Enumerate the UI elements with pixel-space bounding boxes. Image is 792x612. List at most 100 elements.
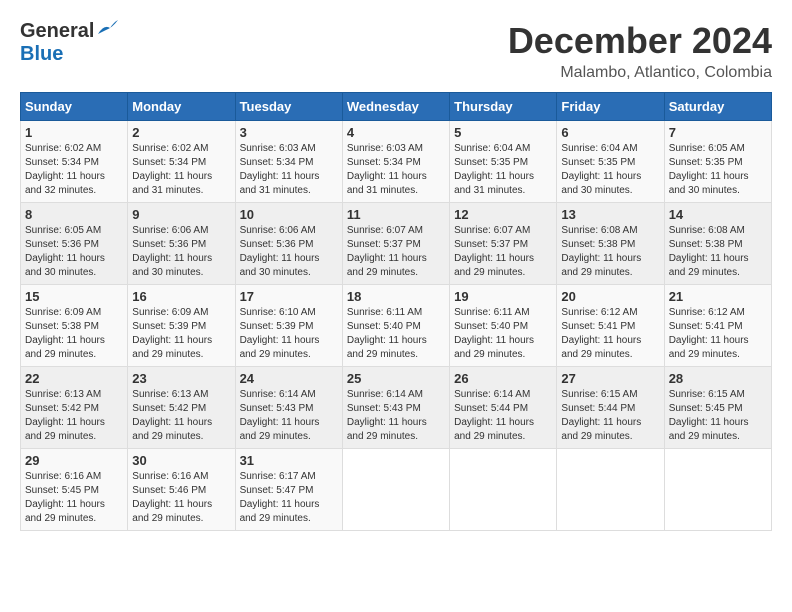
day-info: Sunrise: 6:08 AMSunset: 5:38 PMDaylight:…: [669, 224, 767, 280]
calendar-week-5: 29Sunrise: 6:16 AMSunset: 5:45 PMDayligh…: [21, 449, 772, 531]
logo-general-text: General: [20, 20, 94, 43]
day-number: 26: [454, 371, 552, 386]
day-info: Sunrise: 6:16 AMSunset: 5:46 PMDaylight:…: [132, 470, 230, 526]
calendar-cell: 23Sunrise: 6:13 AMSunset: 5:42 PMDayligh…: [128, 367, 235, 449]
day-info: Sunrise: 6:14 AMSunset: 5:44 PMDaylight:…: [454, 388, 552, 444]
day-number: 4: [347, 125, 445, 140]
calendar-cell: 30 Sunrise: 6:16 AMSunset: 5:46 PMDayligh…: [128, 449, 235, 531]
day-info: Sunrise: 6:17 AMSunset: 5:47 PMDaylight:…: [240, 470, 338, 526]
day-info: Sunrise: 6:14 AMSunset: 5:43 PMDaylight:…: [347, 388, 445, 444]
calendar-cell: 1Sunrise: 6:02 AMSunset: 5:34 PMDaylight…: [21, 121, 128, 203]
calendar-cell: 15Sunrise: 6:09 AMSunset: 5:38 PMDayligh…: [21, 285, 128, 367]
day-info: Sunrise: 6:11 AMSunset: 5:40 PMDaylight:…: [347, 306, 445, 362]
calendar-cell: 13Sunrise: 6:08 AMSunset: 5:38 PMDayligh…: [557, 203, 664, 285]
calendar-cell: 28 Sunrise: 6:15 AMSunset: 5:45 PMDayligh…: [664, 367, 771, 449]
calendar-cell: 22 Sunrise: 6:13 AMSunset: 5:42 PMDayligh…: [21, 367, 128, 449]
day-info: Sunrise: 6:03 AMSunset: 5:34 PMDaylight:…: [240, 142, 338, 198]
calendar-cell: 18 Sunrise: 6:11 AMSunset: 5:40 PMDayligh…: [342, 285, 449, 367]
day-number: 15: [25, 289, 123, 304]
calendar-cell: [664, 449, 771, 531]
calendar-header: SundayMondayTuesdayWednesdayThursdayFrid…: [21, 93, 772, 121]
location-title: Malambo, Atlantico, Colombia: [508, 64, 772, 82]
title-section: December 2024 Malambo, Atlantico, Colomb…: [508, 20, 772, 82]
calendar-cell: 29Sunrise: 6:16 AMSunset: 5:45 PMDayligh…: [21, 449, 128, 531]
day-info: Sunrise: 6:06 AMSunset: 5:36 PMDaylight:…: [132, 224, 230, 280]
calendar-cell: 2Sunrise: 6:02 AMSunset: 5:34 PMDaylight…: [128, 121, 235, 203]
day-info: Sunrise: 6:08 AMSunset: 5:38 PMDaylight:…: [561, 224, 659, 280]
weekday-header-thursday: Thursday: [450, 93, 557, 121]
weekday-header-monday: Monday: [128, 93, 235, 121]
calendar-cell: 6 Sunrise: 6:04 AMSunset: 5:35 PMDaylight…: [557, 121, 664, 203]
calendar-week-2: 8Sunrise: 6:05 AMSunset: 5:36 PMDaylight…: [21, 203, 772, 285]
day-number: 7: [669, 125, 767, 140]
calendar-cell: 4 Sunrise: 6:03 AMSunset: 5:34 PMDaylight…: [342, 121, 449, 203]
day-info: Sunrise: 6:12 AMSunset: 5:41 PMDaylight:…: [669, 306, 767, 362]
day-number: 3: [240, 125, 338, 140]
day-info: Sunrise: 6:07 AMSunset: 5:37 PMDaylight:…: [347, 224, 445, 280]
day-number: 28: [669, 371, 767, 386]
day-info: Sunrise: 6:10 AMSunset: 5:39 PMDaylight:…: [240, 306, 338, 362]
day-info: Sunrise: 6:05 AMSunset: 5:35 PMDaylight:…: [669, 142, 767, 198]
calendar-cell: 7 Sunrise: 6:05 AMSunset: 5:35 PMDaylight…: [664, 121, 771, 203]
day-info: Sunrise: 6:04 AMSunset: 5:35 PMDaylight:…: [454, 142, 552, 198]
calendar-cell: 17Sunrise: 6:10 AMSunset: 5:39 PMDayligh…: [235, 285, 342, 367]
day-info: Sunrise: 6:11 AMSunset: 5:40 PMDaylight:…: [454, 306, 552, 362]
day-number: 5: [454, 125, 552, 140]
weekday-header-wednesday: Wednesday: [342, 93, 449, 121]
calendar-week-3: 15Sunrise: 6:09 AMSunset: 5:38 PMDayligh…: [21, 285, 772, 367]
day-number: 20: [561, 289, 659, 304]
weekday-row: SundayMondayTuesdayWednesdayThursdayFrid…: [21, 93, 772, 121]
day-info: Sunrise: 6:16 AMSunset: 5:45 PMDaylight:…: [25, 470, 123, 526]
day-number: 30: [132, 453, 230, 468]
day-number: 25: [347, 371, 445, 386]
day-info: Sunrise: 6:14 AMSunset: 5:43 PMDaylight:…: [240, 388, 338, 444]
calendar-cell: 20 Sunrise: 6:12 AMSunset: 5:41 PMDayligh…: [557, 285, 664, 367]
day-info: Sunrise: 6:06 AMSunset: 5:36 PMDaylight:…: [240, 224, 338, 280]
calendar-table: SundayMondayTuesdayWednesdayThursdayFrid…: [20, 92, 772, 531]
calendar-cell: 21Sunrise: 6:12 AMSunset: 5:41 PMDayligh…: [664, 285, 771, 367]
day-number: 19: [454, 289, 552, 304]
calendar-cell: 14 Sunrise: 6:08 AMSunset: 5:38 PMDayligh…: [664, 203, 771, 285]
calendar-cell: 24 Sunrise: 6:14 AMSunset: 5:43 PMDayligh…: [235, 367, 342, 449]
day-number: 18: [347, 289, 445, 304]
day-number: 16: [132, 289, 230, 304]
calendar-cell: 8Sunrise: 6:05 AMSunset: 5:36 PMDaylight…: [21, 203, 128, 285]
calendar-cell: 3 Sunrise: 6:03 AMSunset: 5:34 PMDaylight…: [235, 121, 342, 203]
calendar-week-1: 1Sunrise: 6:02 AMSunset: 5:34 PMDaylight…: [21, 121, 772, 203]
calendar-cell: 27 Sunrise: 6:15 AMSunset: 5:44 PMDayligh…: [557, 367, 664, 449]
day-number: 11: [347, 207, 445, 222]
weekday-header-saturday: Saturday: [664, 93, 771, 121]
logo: General Blue: [20, 20, 118, 66]
calendar-cell: 9 Sunrise: 6:06 AMSunset: 5:36 PMDaylight…: [128, 203, 235, 285]
day-number: 22: [25, 371, 123, 386]
day-number: 31: [240, 453, 338, 468]
day-info: Sunrise: 6:07 AMSunset: 5:37 PMDaylight:…: [454, 224, 552, 280]
day-number: 24: [240, 371, 338, 386]
day-info: Sunrise: 6:12 AMSunset: 5:41 PMDaylight:…: [561, 306, 659, 362]
month-title: December 2024: [508, 20, 772, 62]
day-info: Sunrise: 6:15 AMSunset: 5:45 PMDaylight:…: [669, 388, 767, 444]
calendar-cell: [342, 449, 449, 531]
calendar-week-4: 22 Sunrise: 6:13 AMSunset: 5:42 PMDayligh…: [21, 367, 772, 449]
calendar-cell: 16Sunrise: 6:09 AMSunset: 5:39 PMDayligh…: [128, 285, 235, 367]
weekday-header-friday: Friday: [557, 93, 664, 121]
calendar-cell: 25 Sunrise: 6:14 AMSunset: 5:43 PMDayligh…: [342, 367, 449, 449]
day-info: Sunrise: 6:03 AMSunset: 5:34 PMDaylight:…: [347, 142, 445, 198]
day-info: Sunrise: 6:15 AMSunset: 5:44 PMDaylight:…: [561, 388, 659, 444]
day-info: Sunrise: 6:13 AMSunset: 5:42 PMDaylight:…: [132, 388, 230, 444]
calendar-cell: 11 Sunrise: 6:07 AMSunset: 5:37 PMDayligh…: [342, 203, 449, 285]
day-number: 10: [240, 207, 338, 222]
day-number: 14: [669, 207, 767, 222]
day-info: Sunrise: 6:13 AMSunset: 5:42 PMDaylight:…: [25, 388, 123, 444]
day-number: 9: [132, 207, 230, 222]
day-number: 27: [561, 371, 659, 386]
calendar-body: 1Sunrise: 6:02 AMSunset: 5:34 PMDaylight…: [21, 121, 772, 531]
weekday-header-tuesday: Tuesday: [235, 93, 342, 121]
calendar-cell: 26 Sunrise: 6:14 AMSunset: 5:44 PMDayligh…: [450, 367, 557, 449]
day-info: Sunrise: 6:04 AMSunset: 5:35 PMDaylight:…: [561, 142, 659, 198]
calendar-cell: 10 Sunrise: 6:06 AMSunset: 5:36 PMDayligh…: [235, 203, 342, 285]
calendar-cell: [557, 449, 664, 531]
calendar-cell: 12Sunrise: 6:07 AMSunset: 5:37 PMDayligh…: [450, 203, 557, 285]
calendar-cell: 31 Sunrise: 6:17 AMSunset: 5:47 PMDayligh…: [235, 449, 342, 531]
day-number: 6: [561, 125, 659, 140]
